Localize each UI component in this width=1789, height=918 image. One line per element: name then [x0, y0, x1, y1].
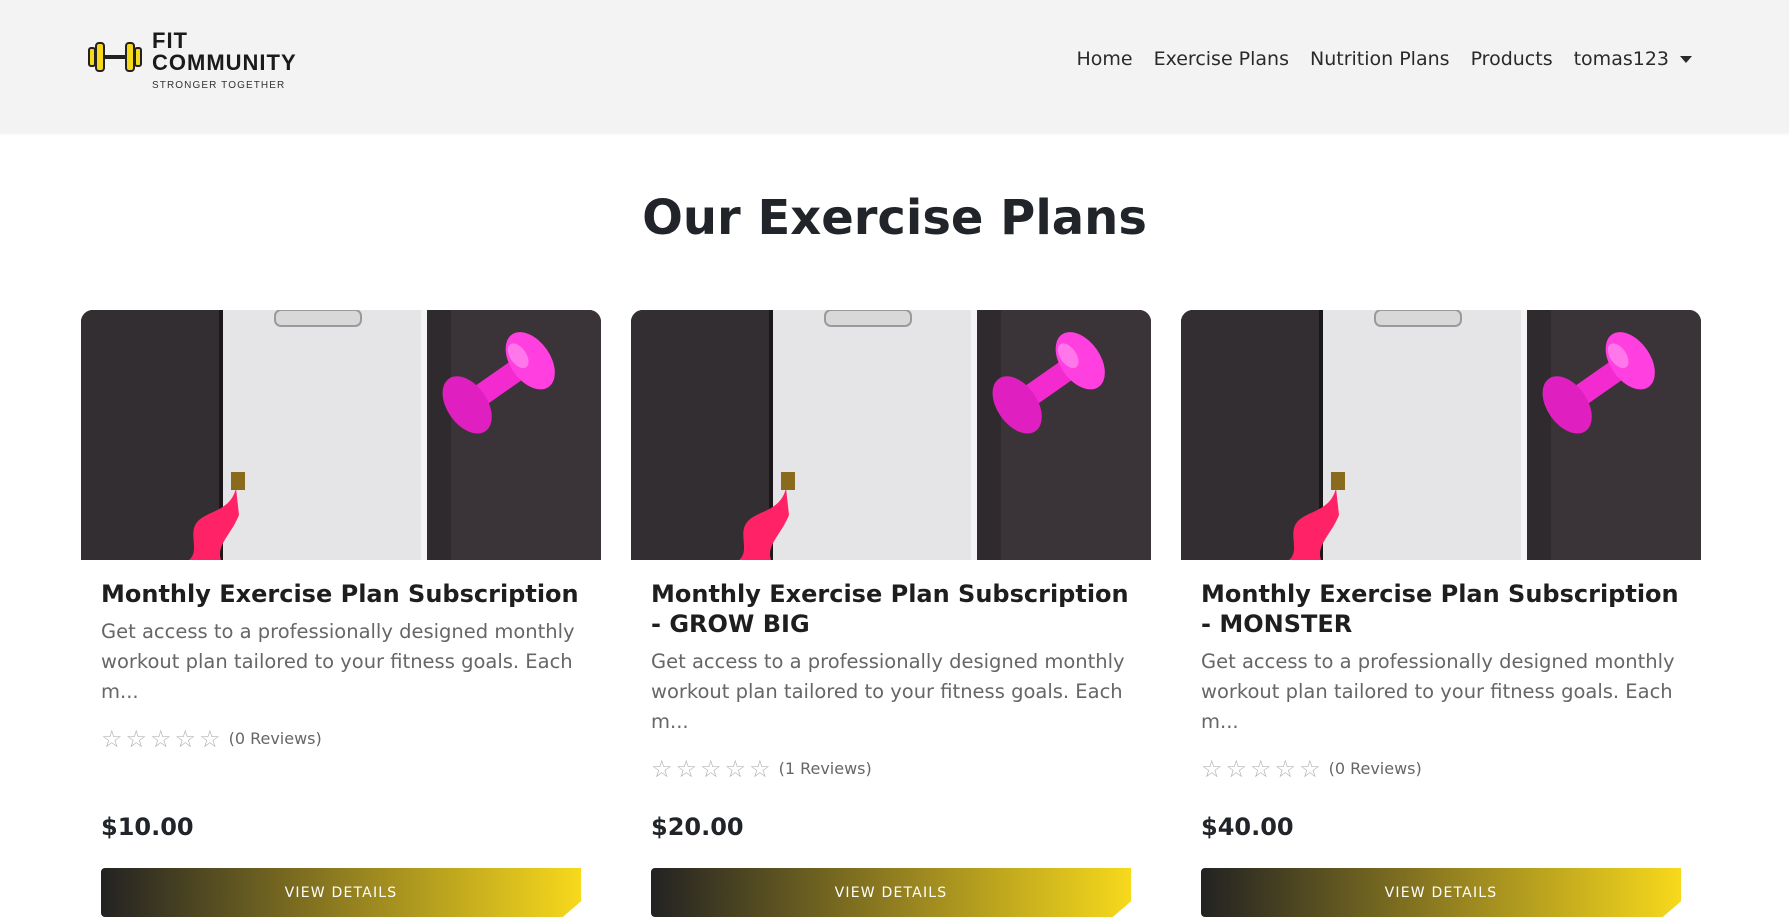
review-count: (0 Reviews): [1328, 759, 1422, 778]
user-name: tomas123: [1573, 48, 1669, 70]
star-outline-icon: ☆: [150, 724, 172, 753]
review-count: (1 Reviews): [778, 759, 872, 778]
plans-grid: Monthly Exercise Plan Subscription Get a…: [81, 310, 1701, 917]
page-title: Our Exercise Plans: [642, 190, 1147, 246]
plan-card: Monthly Exercise Plan Subscription Get a…: [81, 310, 601, 917]
plan-card-image[interactable]: [1181, 310, 1701, 560]
star-outline-icon: ☆: [101, 724, 123, 753]
clipboard-dumbbell-photo: [631, 310, 1151, 560]
view-details-button[interactable]: VIEW DETAILS: [651, 868, 1131, 917]
nav-link-exercise-plans[interactable]: Exercise Plans: [1154, 48, 1289, 70]
star-outline-icon: ☆: [1250, 754, 1272, 783]
plan-card: Monthly Exercise Plan Subscription - GRO…: [631, 310, 1151, 917]
plan-price: $40.00: [1201, 813, 1294, 841]
nav-link-home[interactable]: Home: [1076, 48, 1132, 70]
clipboard-dumbbell-photo: [81, 310, 601, 560]
dumbbell-icon: [88, 42, 142, 72]
star-outline-icon: ☆: [1201, 754, 1223, 783]
plan-card-description: Get access to a professionally designed …: [1201, 650, 1675, 733]
plan-card-body: Monthly Exercise Plan Subscription Get a…: [81, 560, 601, 751]
star-outline-icon: ☆: [199, 724, 221, 753]
brand-logo[interactable]: FIT COMMUNITY STRONGER TOGETHER: [88, 30, 297, 91]
plan-card-body: Monthly Exercise Plan Subscription - MON…: [1181, 560, 1701, 781]
plan-card-title[interactable]: Monthly Exercise Plan Subscription - GRO…: [651, 579, 1131, 639]
plan-card-image[interactable]: [631, 310, 1151, 560]
star-outline-icon: ☆: [675, 754, 698, 783]
clipboard-dumbbell-photo: [1181, 310, 1701, 560]
star-outline-icon: ☆: [749, 754, 771, 783]
plan-price: $20.00: [651, 813, 744, 841]
plan-card: Monthly Exercise Plan Subscription - MON…: [1181, 310, 1701, 917]
star-outline-icon: ☆: [700, 754, 722, 783]
plan-card-image[interactable]: [81, 310, 601, 560]
nav-link-nutrition-plans[interactable]: Nutrition Plans: [1310, 48, 1450, 70]
star-outline-icon: ☆: [174, 724, 197, 753]
star-outline-icon: ☆: [125, 724, 148, 753]
star-outline-icon: ☆: [1274, 754, 1297, 783]
view-details-button[interactable]: VIEW DETAILS: [101, 868, 581, 917]
plan-card-description: Get access to a professionally designed …: [101, 620, 575, 703]
view-details-button[interactable]: VIEW DETAILS: [1201, 868, 1681, 917]
user-menu-dropdown[interactable]: tomas123: [1574, 48, 1692, 70]
top-navbar: FIT COMMUNITY STRONGER TOGETHER Home Exe…: [0, 0, 1789, 133]
main-nav: Home Exercise Plans Nutrition Plans Prod…: [1055, 48, 1692, 70]
nav-link-products[interactable]: Products: [1471, 48, 1553, 70]
plan-card-title[interactable]: Monthly Exercise Plan Subscription: [101, 579, 581, 609]
brand-title-line2: COMMUNITY: [152, 50, 297, 75]
rating-stars: ☆ ☆ ☆ ☆ ☆ (1 Reviews): [651, 757, 1131, 781]
star-outline-icon: ☆: [651, 754, 673, 783]
rating-stars: ☆ ☆ ☆ ☆ ☆ (0 Reviews): [101, 727, 581, 751]
plan-card-body: Monthly Exercise Plan Subscription - GRO…: [631, 560, 1151, 781]
brand-title-line1: FIT: [152, 28, 188, 53]
star-outline-icon: ☆: [1225, 754, 1248, 783]
rating-stars: ☆ ☆ ☆ ☆ ☆ (0 Reviews): [1201, 757, 1681, 781]
star-outline-icon: ☆: [1299, 754, 1321, 783]
brand-tagline: STRONGER TOGETHER: [152, 80, 286, 91]
star-outline-icon: ☆: [724, 754, 747, 783]
caret-down-icon: [1680, 55, 1692, 63]
plan-card-description: Get access to a professionally designed …: [651, 650, 1125, 733]
plan-price: $10.00: [101, 813, 194, 841]
review-count: (0 Reviews): [228, 729, 322, 748]
plan-card-title[interactable]: Monthly Exercise Plan Subscription - MON…: [1201, 579, 1681, 639]
